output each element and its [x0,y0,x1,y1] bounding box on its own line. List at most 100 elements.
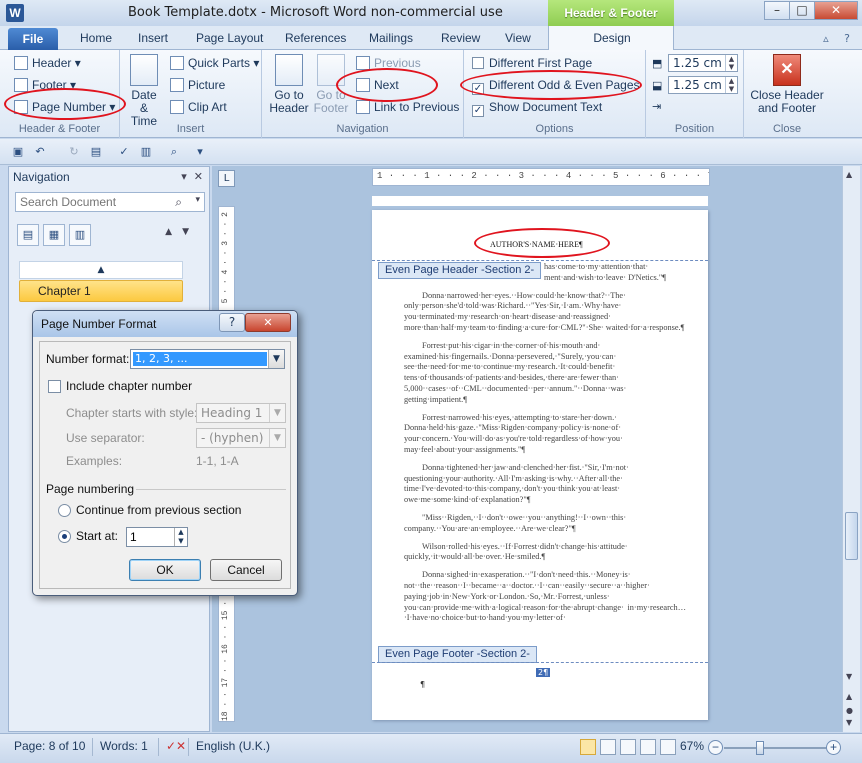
close-window-button[interactable]: ✕ [814,1,858,20]
quick-parts-button[interactable]: Quick Parts ▾ [170,56,259,70]
include-chapter-label[interactable]: Include chapter number [66,379,192,393]
start-at-field[interactable]: ▲▼ [126,527,188,547]
dialog-help-button[interactable]: ? [219,313,245,332]
nav-pane-controls[interactable]: ▾ ✕ [181,170,203,183]
start-at-input[interactable] [127,528,171,546]
start-at-radio[interactable] [58,530,71,543]
zoom-in-icon[interactable]: + [826,740,841,755]
maximize-button[interactable]: □ [789,1,815,20]
different-odd-even-checkbox[interactable]: ✓ Different Odd & Even Pages [472,78,640,95]
zoom-slider-track[interactable] [724,747,826,749]
different-first-page-checkbox[interactable]: Different First Page [472,56,592,70]
previous-page-icon[interactable]: ▲ [846,692,852,701]
include-chapter-checkbox[interactable] [48,380,61,393]
horizontal-ruler[interactable]: 1 · · · 1 · · · 2 · · · 3 · · · 4 · · · … [372,168,710,186]
tab-review[interactable]: Review [441,31,480,45]
tab-home[interactable]: Home [80,31,112,45]
nav-prev-next-arrows[interactable]: ▲▼ [165,227,199,237]
footer-page-number-field[interactable]: 2¶ [536,668,551,677]
tab-view[interactable]: View [505,31,531,45]
zoom-out-icon[interactable]: − [708,740,723,755]
print-layout-icon[interactable]: ▤ [88,144,104,160]
separator-select[interactable]: - (hyphen) ▼ [196,428,286,448]
language-indicator[interactable]: English (U.K.) [196,739,270,753]
previous-button[interactable]: Previous [356,56,421,70]
save-icon[interactable]: ▣ [10,144,26,160]
go-to-header-button[interactable]: Go to Header [268,54,310,115]
browse-pages-tab[interactable]: ▦ [43,224,65,246]
undo-icon[interactable]: ↶ [32,144,48,160]
page-number-button[interactable]: Page Number ▾ [14,100,115,114]
continue-from-previous-radio[interactable] [58,504,71,517]
close-header-footer-button[interactable]: ✕ Close Header and Footer [750,54,824,115]
cancel-button[interactable]: Cancel [210,559,282,581]
print-preview-icon[interactable]: ⌕ [166,144,182,160]
browse-results-tab[interactable]: ▥ [69,224,91,246]
minimize-button[interactable]: – [764,1,790,20]
ribbon-minimize-help-icons[interactable]: ▵ ? [823,32,856,45]
header-author-name[interactable]: AUTHOR'S·NAME·HERE¶ [490,240,583,249]
show-document-text-checkbox[interactable]: ✓ Show Document Text [472,100,602,117]
number-format-select[interactable]: 1, 2, 3, ... ▼ [130,349,285,369]
word-count[interactable]: Words: 1 [100,739,148,753]
next-page-icon[interactable]: ▼ [846,718,852,727]
chevron-down-icon[interactable]: ▾ [195,195,200,205]
chevron-down-icon[interactable]: ▼ [268,350,284,368]
browse-headings-tab[interactable]: ▤ [17,224,39,246]
date-time-button[interactable]: Date & Time [126,54,162,128]
clip-art-button[interactable]: Clip Art [170,100,227,114]
tab-file[interactable]: File [8,28,58,50]
full-screen-view-icon[interactable] [600,739,616,755]
page-count[interactable]: Page: 8 of 10 [14,739,85,753]
body-text[interactable]: has·come·to·my·attention·that· ment·and·… [404,262,686,631]
document-page[interactable]: AUTHOR'S·NAME·HERE¶ Even Page Header -Se… [372,210,708,720]
tab-references[interactable]: References [285,31,346,45]
continue-from-previous-label[interactable]: Continue from previous section [76,503,241,517]
link-to-previous-button[interactable]: Link to Previous [356,100,459,114]
search-icon[interactable]: ⌕ [175,195,182,210]
nav-collapse-up-icon[interactable]: ▲ [19,261,183,279]
search-input[interactable] [16,193,166,211]
print-layout-view-icon[interactable] [580,739,596,755]
outline-view-icon[interactable] [640,739,656,755]
spinner-arrows-icon[interactable]: ▲ ▼ [725,77,737,93]
zoom-level[interactable]: 67% [680,739,704,753]
tab-selector-icon[interactable]: L [218,170,235,187]
tab-design[interactable]: Design [548,26,674,51]
tab-page-layout[interactable]: Page Layout [196,31,263,45]
word-app-icon[interactable]: W [6,4,24,22]
dialog-title-bar[interactable]: Page Number Format ? ✕ [33,311,297,337]
go-to-footer-button[interactable]: Go to Footer [310,54,352,115]
tab-mailings[interactable]: Mailings [369,31,413,45]
spinner-arrows-icon[interactable]: ▲ ▼ [174,528,187,546]
proofing-icon[interactable]: ✓✕ [166,739,186,753]
web-layout-view-icon[interactable] [620,739,636,755]
zoom-slider-thumb[interactable] [756,741,764,755]
spinner-arrows-icon[interactable]: ▲ ▼ [725,55,737,71]
customize-qat-icon[interactable]: ▾ [192,144,208,160]
draft-view-icon[interactable] [660,739,676,755]
divider [158,738,159,756]
start-at-label[interactable]: Start at: [76,529,118,543]
chapter-style-select[interactable]: Heading 1 ▼ [196,403,286,423]
new-doc-icon[interactable]: ▥ [138,144,154,160]
header-button[interactable]: Header ▾ [14,56,81,70]
nav-heading-chapter-1[interactable]: Chapter 1 [19,280,183,302]
scrollbar-thumb[interactable] [845,512,858,560]
picture-button[interactable]: Picture [170,78,225,92]
redo-icon[interactable]: ↻ [66,144,82,160]
dialog-close-button[interactable]: ✕ [245,313,291,332]
next-button[interactable]: Next [356,78,399,92]
scroll-up-icon[interactable]: ▲ [846,170,852,179]
vertical-scrollbar[interactable]: ▲ ▼ ▲ ● ▼ [842,166,860,732]
ok-button[interactable]: OK [129,559,201,581]
insert-alignment-tab-icon[interactable]: ⇥ [652,100,661,113]
footer-from-bottom-input[interactable]: 1.25 cm ▲ ▼ [668,76,738,94]
search-document-box[interactable]: ⌕ ▾ [15,192,205,212]
tab-insert[interactable]: Insert [138,31,168,45]
browse-object-icon[interactable]: ● [846,706,853,715]
scroll-down-icon[interactable]: ▼ [846,672,852,681]
header-from-top-input[interactable]: 1.25 cm ▲ ▼ [668,54,738,72]
footer-button[interactable]: Footer ▾ [14,78,76,92]
spelling-icon[interactable]: ✓ [116,144,132,160]
